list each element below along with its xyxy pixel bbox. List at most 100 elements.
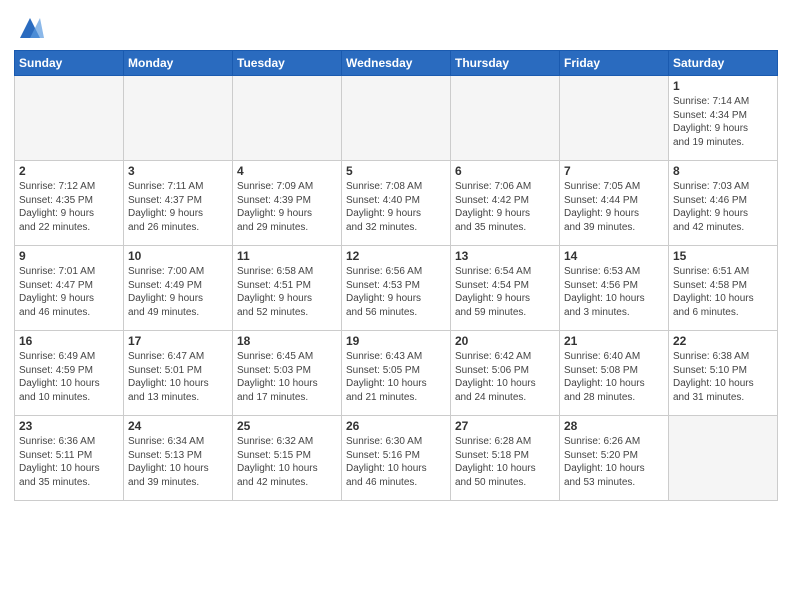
day-number: 21 [564,334,664,348]
weekday-header-monday: Monday [124,51,233,76]
calendar-cell: 9 Sunrise: 7:01 AM Sunset: 4:47 PM Daylig… [15,246,124,331]
calendar-cell: 27 Sunrise: 6:28 AM Sunset: 5:18 PM Dayli… [451,416,560,501]
calendar-cell: 13 Sunrise: 6:54 AM Sunset: 4:54 PM Dayli… [451,246,560,331]
day-number: 15 [673,249,773,263]
weekday-header-sunday: Sunday [15,51,124,76]
day-info: Sunrise: 6:42 AM Sunset: 5:06 PM Dayligh… [455,350,555,404]
day-info: Sunrise: 7:14 AM Sunset: 4:34 PM Dayligh… [673,95,773,149]
calendar-cell: 10Sunrise: 7:00 AM Sunset: 4:49 PM Dayli… [124,246,233,331]
calendar-cell: 24Sunrise: 6:34 AM Sunset: 5:13 PM Dayli… [124,416,233,501]
day-info: Sunrise: 6:56 AM Sunset: 4:53 PM Dayligh… [346,265,446,319]
calendar-cell: 4 Sunrise: 7:09 AM Sunset: 4:39 PM Daylig… [233,161,342,246]
header [14,10,778,42]
day-number: 5 [346,164,446,178]
week-row-4: 16 Sunrise: 6:49 AM Sunset: 4:59 PM Dayli… [15,331,778,416]
day-number: 20 [455,334,555,348]
day-info: Sunrise: 7:11 AM Sunset: 4:37 PM Dayligh… [128,180,228,234]
day-info: Sunrise: 7:00 AM Sunset: 4:49 PM Dayligh… [128,265,228,319]
day-number: 13 [455,249,555,263]
day-number: 14 [564,249,664,263]
calendar-cell [124,76,233,161]
calendar-cell: 5 Sunrise: 7:08 AM Sunset: 4:40 PM Daylig… [342,161,451,246]
day-info: Sunrise: 6:54 AM Sunset: 4:54 PM Dayligh… [455,265,555,319]
calendar-cell: 7 Sunrise: 7:05 AM Sunset: 4:44 PM Daylig… [560,161,669,246]
day-info: Sunrise: 7:08 AM Sunset: 4:40 PM Dayligh… [346,180,446,234]
page: SundayMondayTuesdayWednesdayThursdayFrid… [0,0,792,515]
calendar-cell: 23 Sunrise: 6:36 AM Sunset: 5:11 PM Dayli… [15,416,124,501]
day-number: 4 [237,164,337,178]
day-number: 27 [455,419,555,433]
weekday-header-friday: Friday [560,51,669,76]
calendar-cell: 26 Sunrise: 6:30 AM Sunset: 5:16 PM Dayli… [342,416,451,501]
day-number: 19 [346,334,446,348]
day-number: 7 [564,164,664,178]
week-row-3: 9 Sunrise: 7:01 AM Sunset: 4:47 PM Daylig… [15,246,778,331]
day-info: Sunrise: 6:26 AM Sunset: 5:20 PM Dayligh… [564,435,664,489]
calendar-cell: 28 Sunrise: 6:26 AM Sunset: 5:20 PM Dayli… [560,416,669,501]
calendar-cell [342,76,451,161]
day-info: Sunrise: 6:45 AM Sunset: 5:03 PM Dayligh… [237,350,337,404]
day-info: Sunrise: 6:43 AM Sunset: 5:05 PM Dayligh… [346,350,446,404]
day-number: 9 [19,249,119,263]
day-info: Sunrise: 6:32 AM Sunset: 5:15 PM Dayligh… [237,435,337,489]
day-info: Sunrise: 6:47 AM Sunset: 5:01 PM Dayligh… [128,350,228,404]
day-number: 26 [346,419,446,433]
weekday-header-thursday: Thursday [451,51,560,76]
calendar-cell: 8 Sunrise: 7:03 AM Sunset: 4:46 PM Daylig… [669,161,778,246]
day-number: 16 [19,334,119,348]
calendar-cell: 18 Sunrise: 6:45 AM Sunset: 5:03 PM Dayli… [233,331,342,416]
calendar-cell: 2Sunrise: 7:12 AM Sunset: 4:35 PM Daylig… [15,161,124,246]
day-info: Sunrise: 7:06 AM Sunset: 4:42 PM Dayligh… [455,180,555,234]
day-info: Sunrise: 7:05 AM Sunset: 4:44 PM Dayligh… [564,180,664,234]
weekday-header-tuesday: Tuesday [233,51,342,76]
weekday-header-wednesday: Wednesday [342,51,451,76]
day-info: Sunrise: 7:01 AM Sunset: 4:47 PM Dayligh… [19,265,119,319]
calendar-cell: 21 Sunrise: 6:40 AM Sunset: 5:08 PM Dayli… [560,331,669,416]
day-info: Sunrise: 6:30 AM Sunset: 5:16 PM Dayligh… [346,435,446,489]
calendar-cell: 12 Sunrise: 6:56 AM Sunset: 4:53 PM Dayli… [342,246,451,331]
day-number: 8 [673,164,773,178]
day-info: Sunrise: 6:40 AM Sunset: 5:08 PM Dayligh… [564,350,664,404]
day-info: Sunrise: 6:36 AM Sunset: 5:11 PM Dayligh… [19,435,119,489]
day-info: Sunrise: 6:53 AM Sunset: 4:56 PM Dayligh… [564,265,664,319]
day-number: 6 [455,164,555,178]
calendar-cell: 16 Sunrise: 6:49 AM Sunset: 4:59 PM Dayli… [15,331,124,416]
calendar-cell: 20 Sunrise: 6:42 AM Sunset: 5:06 PM Dayli… [451,331,560,416]
day-info: Sunrise: 7:12 AM Sunset: 4:35 PM Dayligh… [19,180,119,234]
day-number: 1 [673,79,773,93]
day-number: 12 [346,249,446,263]
calendar-cell: 22Sunrise: 6:38 AM Sunset: 5:10 PM Dayli… [669,331,778,416]
day-info: Sunrise: 7:09 AM Sunset: 4:39 PM Dayligh… [237,180,337,234]
day-number: 23 [19,419,119,433]
day-info: Sunrise: 7:03 AM Sunset: 4:46 PM Dayligh… [673,180,773,234]
day-number: 24 [128,419,228,433]
weekday-header-saturday: Saturday [669,51,778,76]
calendar-cell: 11Sunrise: 6:58 AM Sunset: 4:51 PM Dayli… [233,246,342,331]
weekday-header-row: SundayMondayTuesdayWednesdayThursdayFrid… [15,51,778,76]
day-info: Sunrise: 6:28 AM Sunset: 5:18 PM Dayligh… [455,435,555,489]
calendar-cell [560,76,669,161]
week-row-2: 2Sunrise: 7:12 AM Sunset: 4:35 PM Daylig… [15,161,778,246]
calendar-cell: 25 Sunrise: 6:32 AM Sunset: 5:15 PM Dayli… [233,416,342,501]
calendar-cell: 3 Sunrise: 7:11 AM Sunset: 4:37 PM Daylig… [124,161,233,246]
day-number: 3 [128,164,228,178]
calendar-cell [233,76,342,161]
calendar-cell: 17 Sunrise: 6:47 AM Sunset: 5:01 PM Dayli… [124,331,233,416]
day-number: 18 [237,334,337,348]
calendar-cell [15,76,124,161]
day-number: 17 [128,334,228,348]
calendar-cell [669,416,778,501]
day-info: Sunrise: 6:38 AM Sunset: 5:10 PM Dayligh… [673,350,773,404]
week-row-5: 23 Sunrise: 6:36 AM Sunset: 5:11 PM Dayli… [15,416,778,501]
day-info: Sunrise: 6:49 AM Sunset: 4:59 PM Dayligh… [19,350,119,404]
calendar-cell: 1 Sunrise: 7:14 AM Sunset: 4:34 PM Daylig… [669,76,778,161]
day-number: 25 [237,419,337,433]
calendar-cell: 6 Sunrise: 7:06 AM Sunset: 4:42 PM Daylig… [451,161,560,246]
week-row-1: 1 Sunrise: 7:14 AM Sunset: 4:34 PM Daylig… [15,76,778,161]
calendar-table: SundayMondayTuesdayWednesdayThursdayFrid… [14,50,778,501]
calendar-cell: 14 Sunrise: 6:53 AM Sunset: 4:56 PM Dayli… [560,246,669,331]
day-number: 28 [564,419,664,433]
logo [14,14,44,42]
calendar-cell: 19 Sunrise: 6:43 AM Sunset: 5:05 PM Dayli… [342,331,451,416]
calendar-cell: 15Sunrise: 6:51 AM Sunset: 4:58 PM Dayli… [669,246,778,331]
